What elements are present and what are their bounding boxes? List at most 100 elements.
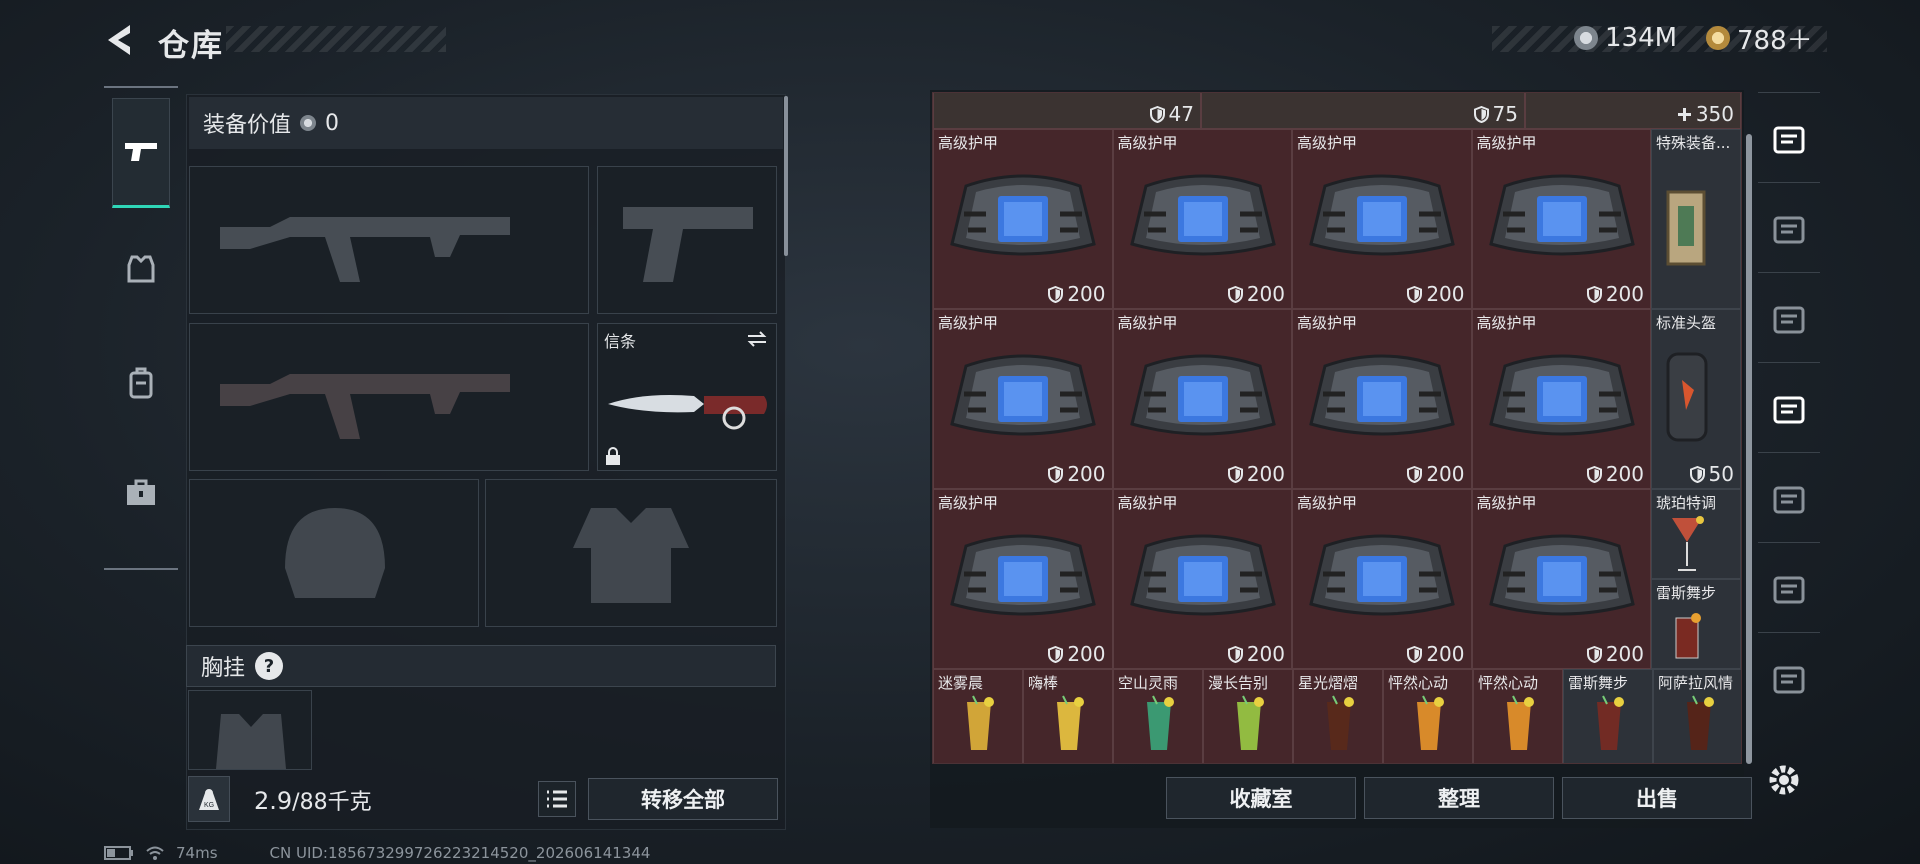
- chest-rig-slot[interactable]: [188, 690, 312, 770]
- tab-weapons[interactable]: [112, 98, 170, 208]
- tab-armor[interactable]: [112, 214, 170, 324]
- armor-case-icon: [1129, 174, 1276, 256]
- armor-item[interactable]: 高级护甲 200: [1112, 129, 1292, 309]
- armor-case-icon: [950, 174, 1096, 256]
- equip-value: 0: [325, 110, 340, 136]
- chest-rig-header: 胸挂 ?: [186, 645, 776, 687]
- currency-gold[interactable]: 788＋: [1706, 22, 1813, 56]
- weight-icon: KG: [188, 776, 230, 822]
- armor-case-icon: [950, 354, 1096, 436]
- drink-item[interactable]: 嗨棒: [1023, 669, 1113, 763]
- tab-weapon-v[interactable]: [1758, 632, 1820, 722]
- armor-shield-icon: [1407, 645, 1423, 663]
- drink-item[interactable]: 雷斯舞步: [1563, 669, 1653, 763]
- armor-item[interactable]: 高级护甲 200: [1471, 489, 1651, 669]
- carry-weight: 2.9/88千克: [254, 784, 372, 816]
- storage-item[interactable]: 350: [1525, 93, 1741, 129]
- drink-item[interactable]: 漫长告别: [1203, 669, 1293, 763]
- drink-item[interactable]: 阿萨拉风情: [1653, 669, 1741, 763]
- armor-item[interactable]: 高级护甲 200: [1292, 489, 1472, 669]
- tab-gti-weapon[interactable]: [1758, 542, 1820, 632]
- transfer-all-button[interactable]: 转移全部: [588, 778, 778, 820]
- list-view-button[interactable]: [538, 781, 576, 817]
- tab-armor-iv[interactable]: [1758, 182, 1820, 272]
- rifle-silhouette-icon: [220, 374, 510, 439]
- primary-weapon-slot[interactable]: [189, 166, 589, 314]
- item-name: 特殊装备...: [1656, 134, 1731, 152]
- collection-room-button[interactable]: 收藏室: [1166, 777, 1356, 819]
- pistol-slot[interactable]: [597, 166, 777, 314]
- armor-shield-icon: [1227, 645, 1243, 663]
- plus-icon: [1677, 107, 1691, 121]
- item-name: 迷雾晨: [938, 674, 984, 692]
- loadout-category-tabs: [104, 86, 178, 570]
- cocktail-icon: [1237, 695, 1264, 750]
- armor-item[interactable]: 高级护甲 200: [933, 489, 1113, 669]
- armor-item[interactable]: 高级护甲 200: [933, 309, 1113, 489]
- item-name: 高级护甲: [1117, 314, 1178, 332]
- melee-slot[interactable]: 信条: [597, 323, 777, 471]
- storage-item[interactable]: 75: [1201, 93, 1525, 129]
- storage-scrollbar[interactable]: [1746, 134, 1752, 764]
- sort-button[interactable]: 整理: [1364, 777, 1554, 819]
- back-arrow-icon[interactable]: [100, 22, 140, 58]
- tab-toolbox[interactable]: [112, 438, 170, 548]
- armor-shield-icon: [1048, 285, 1064, 303]
- tab-weapon-iv-plus[interactable]: [1758, 362, 1820, 452]
- item-name: 高级护甲: [938, 494, 999, 512]
- drink-item[interactable]: 空山灵雨: [1113, 669, 1203, 763]
- cocktail-icon: [1417, 695, 1444, 750]
- drink-item[interactable]: 迷雾晨: [933, 669, 1023, 763]
- armor-item[interactable]: 高级护甲 200: [1112, 309, 1292, 489]
- side-item[interactable]: 雷斯舞步: [1651, 579, 1741, 669]
- armor-item[interactable]: 高级护甲 200: [933, 129, 1113, 309]
- item-value-text: 350: [1695, 102, 1734, 126]
- item-name: 高级护甲: [1476, 314, 1537, 332]
- item-value-text: 200: [1067, 462, 1106, 486]
- armor-shield-icon: [1586, 465, 1602, 483]
- wifi-icon: [146, 846, 164, 860]
- drink-item[interactable]: 怦然心动: [1383, 669, 1473, 763]
- help-icon[interactable]: ?: [255, 652, 284, 680]
- armor-item[interactable]: 高级护甲 200: [1471, 129, 1651, 309]
- gear-icon[interactable]: [1764, 760, 1804, 800]
- tab-safe[interactable]: [1758, 92, 1820, 182]
- item-value-text: 75: [1492, 102, 1518, 126]
- drink-item[interactable]: 星光熠熠: [1293, 669, 1383, 763]
- item-value: 200: [1227, 282, 1285, 306]
- melee-label: 信条: [604, 332, 637, 351]
- armor-shield-icon: [1586, 645, 1602, 663]
- item-value: 200: [1586, 462, 1644, 486]
- item-name: 高级护甲: [1117, 134, 1178, 152]
- side-item[interactable]: 琥珀特调: [1651, 489, 1741, 579]
- safe-icon: [1773, 126, 1805, 153]
- helmet-slot[interactable]: [189, 479, 479, 627]
- item-value-text: 200: [1605, 282, 1644, 306]
- gti-case-icon: [1773, 306, 1805, 333]
- svg-text:KG: KG: [204, 802, 214, 809]
- armor-item[interactable]: 高级护甲 200: [1292, 309, 1472, 489]
- tab-gti-case[interactable]: [1758, 272, 1820, 362]
- tab-rifle-iv[interactable]: [1758, 452, 1820, 542]
- tab-backpack[interactable]: [112, 328, 170, 438]
- armor-item[interactable]: 高级护甲 200: [1112, 489, 1292, 669]
- side-item[interactable]: 标准头盔 50: [1651, 309, 1741, 489]
- swap-icon[interactable]: [746, 330, 768, 348]
- currency-silver[interactable]: 134M: [1574, 22, 1677, 54]
- storage-item[interactable]: 47: [933, 93, 1201, 129]
- armor-item[interactable]: 高级护甲 200: [1471, 309, 1651, 489]
- item-value-text: 200: [1067, 642, 1106, 666]
- currency-gold-value: 788＋: [1737, 25, 1813, 56]
- item-name: 高级护甲: [938, 314, 999, 332]
- side-item[interactable]: 特殊装备...: [1651, 129, 1741, 309]
- item-name: 星光熠熠: [1298, 674, 1359, 692]
- drink-item[interactable]: 怦然心动: [1473, 669, 1563, 763]
- weapon-iv-plus-icon: [1773, 396, 1805, 423]
- body-armor-slot[interactable]: [485, 479, 777, 627]
- secondary-weapon-slot[interactable]: [189, 323, 589, 471]
- armor-item[interactable]: 高级护甲 200: [1292, 129, 1472, 309]
- loadout-scrollbar[interactable]: [784, 96, 788, 256]
- list-icon: [547, 790, 567, 808]
- sell-button[interactable]: 出售: [1562, 777, 1752, 819]
- cocktail-icon: [1672, 516, 1704, 571]
